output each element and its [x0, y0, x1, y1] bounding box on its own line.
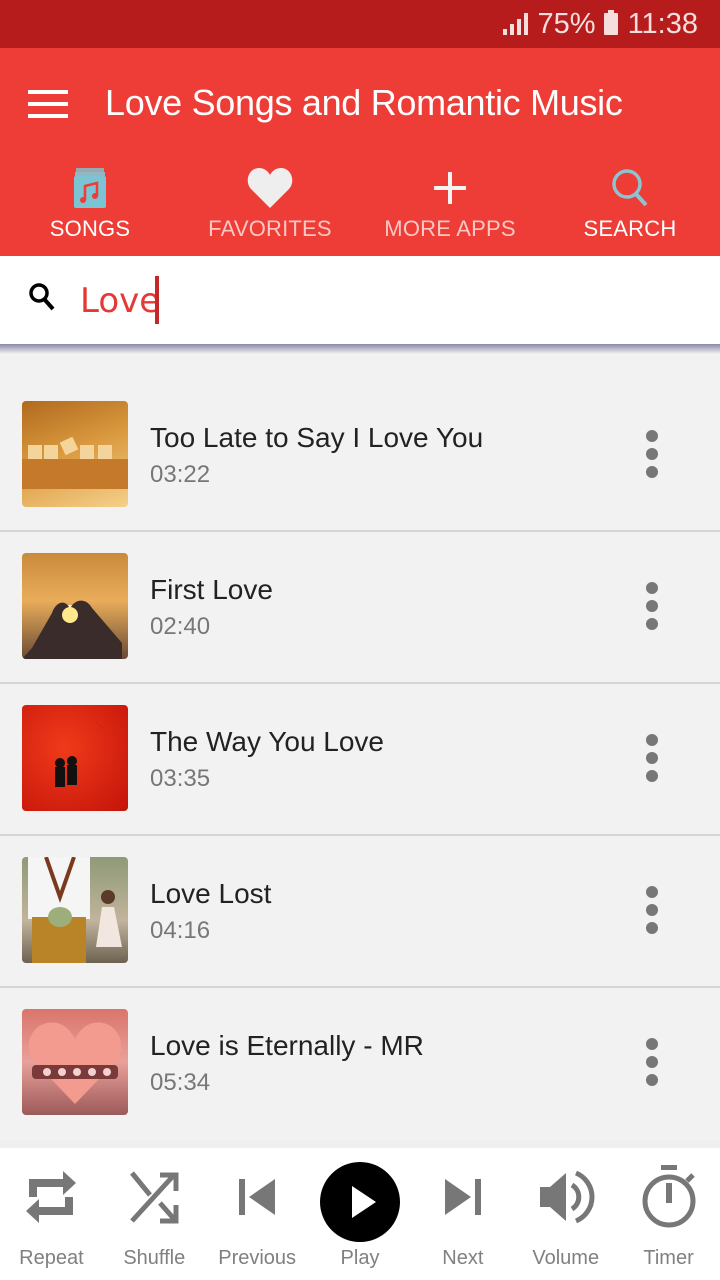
next-icon — [428, 1162, 498, 1232]
tab-search[interactable]: SEARCH — [540, 160, 720, 256]
song-thumbnail — [22, 401, 128, 507]
play-icon — [320, 1162, 400, 1242]
heart-icon — [247, 160, 293, 216]
more-options-button[interactable] — [636, 730, 668, 786]
previous-label: Previous — [218, 1247, 297, 1269]
text-cursor — [155, 276, 159, 324]
repeat-icon — [16, 1162, 86, 1232]
tab-label: MORE APPS — [384, 216, 516, 241]
shuffle-icon — [119, 1162, 189, 1232]
song-item[interactable]: The Way You Love 03:35 — [0, 684, 720, 836]
music-album-icon — [73, 160, 107, 216]
song-duration: 04:16 — [150, 917, 211, 944]
song-thumbnail — [22, 857, 128, 963]
previous-button[interactable]: Previous — [206, 1148, 309, 1280]
tab-favorites[interactable]: FAVORITES — [180, 160, 360, 256]
volume-icon — [531, 1162, 601, 1232]
song-title: Too Late to Say I Love You — [150, 422, 484, 453]
song-duration: 03:22 — [150, 461, 211, 488]
more-options-button[interactable] — [636, 882, 668, 938]
next-button[interactable]: Next — [411, 1148, 514, 1280]
previous-icon — [222, 1162, 292, 1232]
song-duration: 05:34 — [150, 1069, 211, 1096]
tab-bar: SONGS FAVORITES MORE APPS SEARCH — [0, 160, 720, 256]
timer-label: Timer — [643, 1247, 694, 1269]
search-icon — [28, 282, 56, 317]
play-label: Play — [340, 1247, 380, 1269]
battery-icon — [603, 10, 618, 35]
shuffle-label: Shuffle — [123, 1247, 186, 1269]
plus-icon — [433, 160, 467, 216]
hamburger-icon — [28, 90, 68, 118]
app-bar: Love Songs and Romantic Music SONGS FAVO… — [0, 48, 720, 256]
timer-button[interactable]: Timer — [617, 1148, 720, 1280]
status-bar: 75% 11:38 — [0, 0, 720, 48]
search-icon — [611, 160, 649, 216]
song-thumbnail — [22, 1009, 128, 1115]
song-item[interactable]: First Love 02:40 — [0, 532, 720, 684]
song-title: Love is Eternally - MR — [150, 1030, 424, 1061]
more-options-button[interactable] — [636, 578, 668, 634]
volume-label: Volume — [532, 1247, 600, 1269]
menu-button[interactable] — [28, 90, 68, 120]
song-title: First Love — [150, 574, 273, 605]
song-thumbnail — [22, 705, 128, 811]
search-input[interactable] — [80, 274, 680, 328]
repeat-button[interactable]: Repeat — [0, 1148, 103, 1280]
song-item[interactable]: Too Late to Say I Love You 03:22 — [0, 380, 720, 532]
play-button[interactable]: Play — [309, 1148, 412, 1280]
search-bar-shadow — [0, 344, 720, 354]
tab-label: FAVORITES — [208, 216, 332, 241]
more-options-button[interactable] — [636, 1034, 668, 1090]
song-item[interactable]: Love is Eternally - MR 05:34 — [0, 988, 720, 1140]
app-title: Love Songs and Romantic Music — [105, 82, 623, 123]
tab-label: SEARCH — [583, 216, 677, 241]
more-options-button[interactable] — [636, 426, 668, 482]
song-thumbnail — [22, 553, 128, 659]
song-title: Love Lost — [150, 878, 272, 909]
repeat-label: Repeat — [19, 1247, 84, 1269]
tab-songs[interactable]: SONGS — [0, 160, 180, 256]
shuffle-button[interactable]: Shuffle — [103, 1148, 206, 1280]
timer-icon — [634, 1162, 704, 1232]
song-item[interactable]: Love Lost 04:16 — [0, 836, 720, 988]
tab-label: SONGS — [49, 216, 131, 241]
song-list: Too Late to Say I Love You 03:22 First L… — [0, 380, 720, 1140]
song-duration: 03:35 — [150, 765, 211, 792]
clock: 11:38 — [627, 7, 698, 40]
song-title: The Way You Love — [150, 726, 385, 757]
search-bar — [0, 256, 720, 344]
battery-percent: 75% — [537, 7, 596, 40]
player-controls: Repeat Shuffle Previous Play Next Volume — [0, 1140, 720, 1280]
next-label: Next — [442, 1247, 484, 1269]
tab-more-apps[interactable]: MORE APPS — [360, 160, 540, 256]
song-duration: 02:40 — [150, 613, 211, 640]
signal-icon — [502, 13, 528, 35]
volume-button[interactable]: Volume — [514, 1148, 617, 1280]
